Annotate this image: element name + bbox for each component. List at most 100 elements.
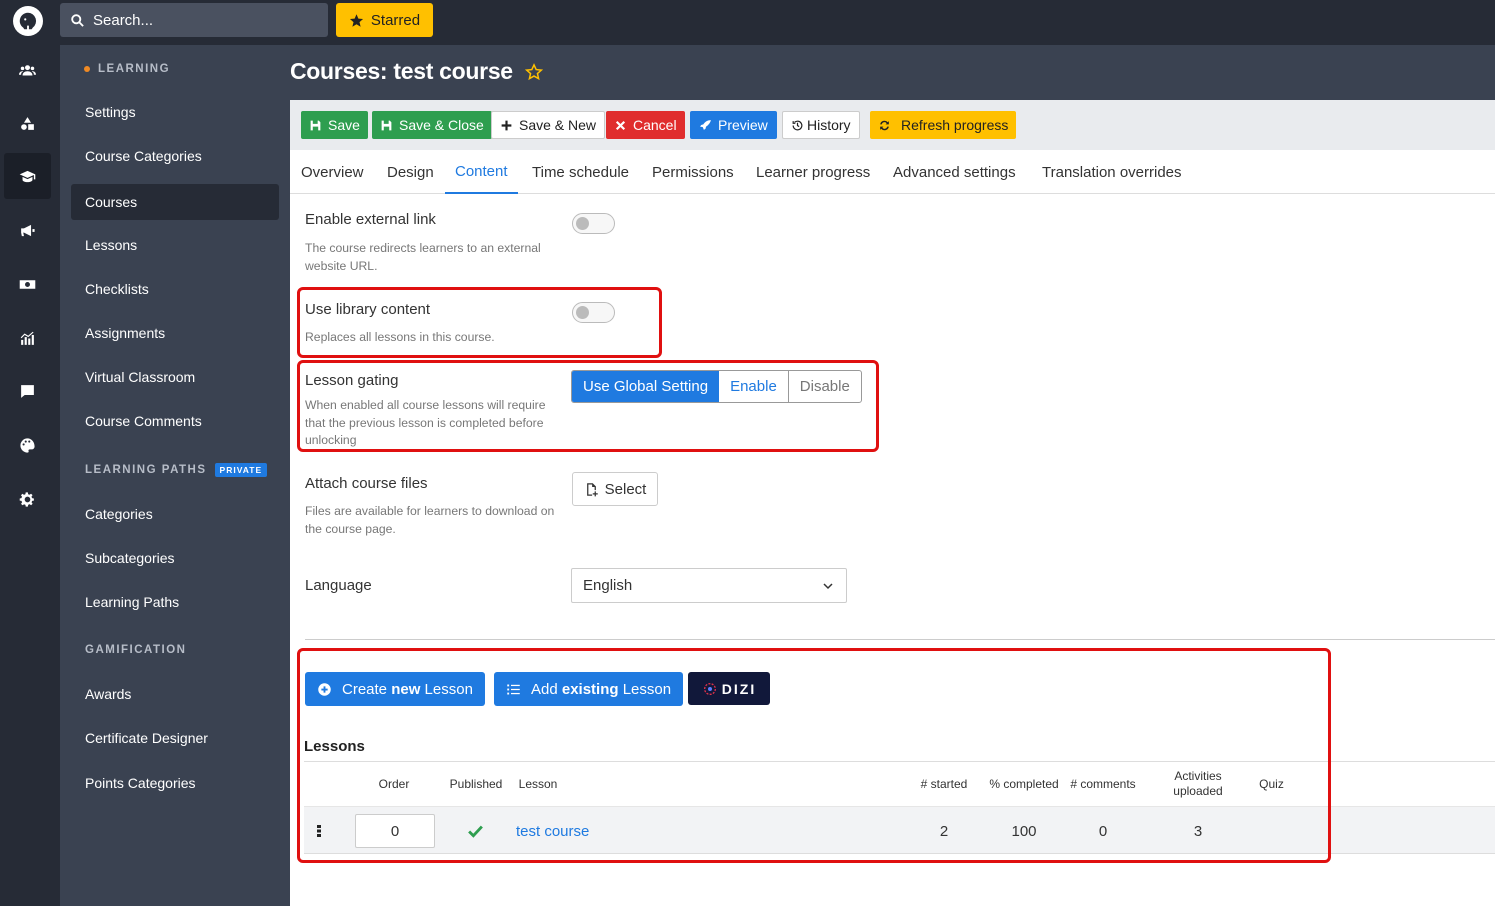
checkmark-icon [467, 825, 483, 838]
nav-item-courses[interactable]: Courses [71, 184, 279, 220]
nav-item-categories[interactable]: Categories [71, 496, 279, 532]
nav-section-gamification-label: GAMIFICATION [85, 644, 187, 656]
nav-section-learning: LEARNING [84, 63, 170, 75]
cell-completed: 100 [1011, 822, 1037, 840]
library-content-help: Replaces all lessons in this course. [305, 330, 495, 344]
add-existing-lesson-button[interactable]: Add existing Lesson [494, 672, 684, 706]
order-input[interactable]: 0 [355, 814, 435, 848]
plus-circle-icon [318, 682, 331, 696]
favorite-star-icon[interactable] [524, 62, 543, 81]
vertical-dots-icon [317, 825, 321, 837]
active-section-dot [84, 66, 90, 72]
rocket-icon [700, 119, 711, 130]
search-input[interactable]: Search... [60, 3, 328, 37]
history-button[interactable]: History [782, 111, 860, 139]
floppy-icon [310, 120, 321, 130]
published-check-icon[interactable] [456, 807, 494, 855]
gear-icon[interactable] [4, 476, 51, 522]
create-lesson-button[interactable]: Create new Lesson [305, 672, 485, 706]
nav-item-awards[interactable]: Awards [71, 676, 279, 712]
table-row: 0 test course 2 100 0 3 [304, 806, 1495, 854]
nav-item-checklists[interactable]: Checklists [71, 271, 279, 307]
refresh-progress-button[interactable]: Refresh progress [870, 111, 1017, 139]
gating-option-disable[interactable]: Disable [789, 371, 861, 402]
megaphone-icon[interactable] [4, 207, 51, 253]
library-content-toggle[interactable] [572, 302, 615, 323]
tab-design[interactable]: Design [387, 150, 434, 194]
cell-comments: 0 [1098, 822, 1108, 840]
select-files-label: Select [604, 480, 647, 498]
save-button[interactable]: Save [301, 111, 368, 139]
money-icon[interactable] [4, 261, 51, 307]
cell-started: 2 [939, 822, 949, 840]
save-close-button[interactable]: Save & Close [372, 111, 492, 139]
attach-files-help: Files are available for learners to down… [305, 504, 555, 536]
language-label: Language [305, 577, 372, 594]
comment-icon[interactable] [4, 368, 51, 414]
tab-advanced-settings[interactable]: Advanced settings [893, 150, 1016, 194]
icon-rail [0, 45, 60, 906]
lesson-gating-help: When enabled all course lessons will req… [305, 398, 546, 447]
chart-icon[interactable] [4, 315, 51, 361]
tab-permissions[interactable]: Permissions [652, 150, 734, 194]
cancel-label: Cancel [633, 117, 677, 133]
section-divider [305, 639, 1495, 640]
external-link-toggle[interactable] [572, 213, 615, 234]
column-header-activities[interactable]: Activities uploaded [1154, 762, 1242, 806]
column-header-order[interactable]: Order [364, 762, 424, 806]
create-lesson-label: Create new Lesson [342, 681, 473, 698]
add-lesson-label-bold: existing [561, 680, 619, 698]
lesson-gating-label: Lesson gating [305, 372, 399, 389]
tab-time-schedule[interactable]: Time schedule [532, 150, 629, 194]
save-new-button[interactable]: Save & New [491, 111, 606, 139]
palette-icon[interactable] [4, 422, 51, 468]
nav-item-subcategories[interactable]: Subcategories [71, 540, 279, 576]
gating-option-global[interactable]: Use Global Setting [572, 371, 720, 402]
shapes-icon[interactable] [4, 100, 51, 146]
cell-quiz [1249, 807, 1294, 855]
column-header-started[interactable]: # started [904, 762, 984, 806]
tab-content[interactable]: Content [445, 150, 518, 194]
dizi-button[interactable]: DIZI [688, 672, 770, 705]
chevron-down-icon [823, 582, 833, 589]
drag-handle-icon[interactable] [312, 807, 326, 855]
select-files-button[interactable]: Select [572, 472, 658, 506]
nav-sidebar: LEARNING Settings Course Categories Cour… [60, 45, 290, 906]
create-lesson-label-pre: Create [342, 680, 392, 698]
preview-button[interactable]: Preview [690, 111, 777, 139]
starred-button[interactable]: Starred [336, 3, 433, 37]
lessons-title: Lessons [304, 738, 365, 755]
column-header-published[interactable]: Published [444, 762, 508, 806]
users-icon[interactable] [4, 47, 51, 93]
list-icon [507, 684, 520, 694]
column-header-quiz[interactable]: Quiz [1249, 762, 1294, 806]
column-header-comments[interactable]: # comments [1067, 762, 1139, 806]
nav-item-learning-paths[interactable]: Learning Paths [71, 584, 279, 620]
language-select[interactable]: English [571, 568, 847, 603]
nav-item-assignments[interactable]: Assignments [71, 315, 279, 351]
app-logo[interactable] [13, 6, 43, 36]
column-header-lesson[interactable]: Lesson [516, 762, 560, 806]
graduation-cap-icon[interactable] [4, 153, 51, 199]
tab-learner-progress[interactable]: Learner progress [756, 150, 870, 194]
lesson-link[interactable]: test course [516, 807, 596, 855]
tab-overview[interactable]: Overview [301, 150, 364, 194]
nav-item-course-categories[interactable]: Course Categories [71, 138, 279, 174]
nav-item-points-categories[interactable]: Points Categories [71, 765, 279, 801]
column-header-completed[interactable]: % completed [989, 762, 1059, 806]
cancel-button[interactable]: Cancel [606, 111, 685, 139]
dizi-logo-icon [703, 682, 716, 695]
create-lesson-label-post: Lesson [420, 680, 473, 698]
nav-item-virtual-classroom[interactable]: Virtual Classroom [71, 359, 279, 395]
nav-item-settings[interactable]: Settings [71, 94, 279, 130]
floppy-icon [381, 120, 392, 130]
tab-translation-overrides[interactable]: Translation overrides [1042, 150, 1182, 194]
page-title: Courses: test course [290, 58, 543, 85]
gating-option-enable[interactable]: Enable [719, 371, 789, 402]
nav-item-lessons[interactable]: Lessons [71, 227, 279, 263]
nav-item-certificate-designer[interactable]: Certificate Designer [71, 720, 279, 756]
nav-item-course-comments[interactable]: Course Comments [71, 403, 279, 439]
search-icon [71, 13, 84, 27]
preview-label: Preview [718, 117, 768, 133]
elephant-logo-icon [19, 12, 37, 30]
